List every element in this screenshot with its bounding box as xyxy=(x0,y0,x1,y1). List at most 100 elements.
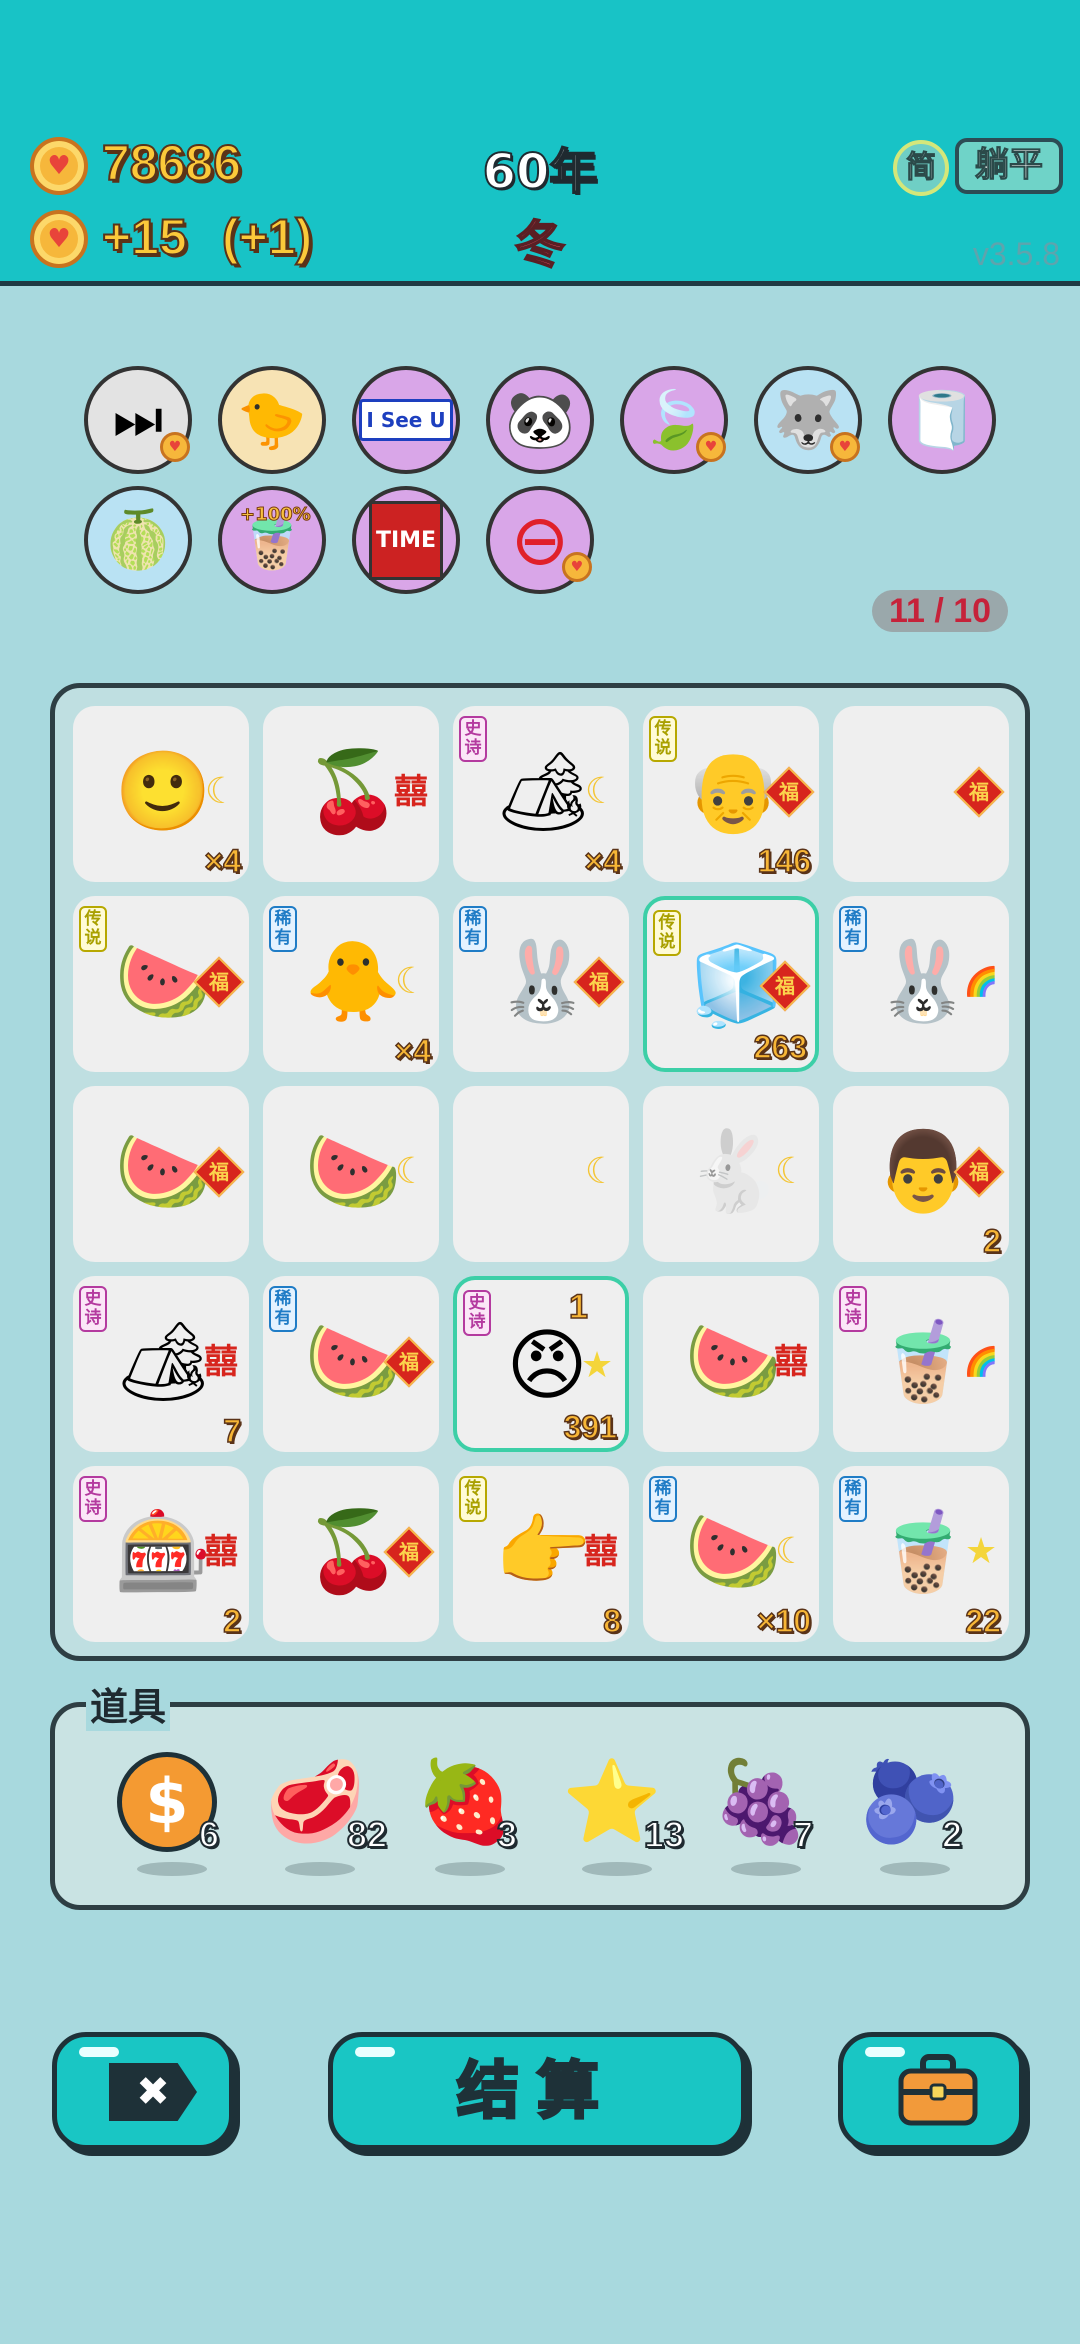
briefcase-icon xyxy=(898,2054,978,2126)
cell-value: 146 xyxy=(757,842,812,880)
cell-value: ×4 xyxy=(204,842,242,880)
coin-badge-icon: ♥ xyxy=(830,432,860,462)
cell-value: ×10 xyxy=(756,1602,812,1640)
income-value: +15 xyxy=(101,208,188,266)
relic-glyph: 🐤 xyxy=(237,388,307,453)
settle-label: 结算 xyxy=(455,2053,617,2129)
season-label: 冬 xyxy=(514,215,566,275)
item-slot[interactable]: 🫐 2 xyxy=(850,1752,980,1882)
item-slot[interactable]: 🍇 7 xyxy=(701,1752,831,1882)
board-cell[interactable]: 🐰 稀有 🌈 xyxy=(833,896,1009,1072)
board-cell[interactable]: 🍉 ☾ xyxy=(263,1086,439,1262)
cell-value: ×4 xyxy=(394,1032,432,1070)
board-cell[interactable]: 🍉 囍 xyxy=(643,1276,819,1452)
settle-button[interactable]: 结算 xyxy=(328,2032,746,2150)
rainbow-modifier-icon: 🌈 xyxy=(963,1345,999,1378)
husky-icon[interactable]: 🐺 ♥ xyxy=(754,366,862,474)
coin-icon xyxy=(30,137,88,195)
slot-board: 🙂 ☾ ×4 🍒 囍 🏕 史诗 ☾ ×4 👴 传说福 146 福 🍉 传说福 🐥 稀有 ☾ ×4 🐰 稀有福 🧊 传说福 26… xyxy=(50,683,1030,1661)
item-slot[interactable]: $6 xyxy=(107,1752,237,1882)
time-magazine-icon[interactable]: TIME xyxy=(352,486,460,594)
board-cell[interactable]: 👨 福 2 xyxy=(833,1086,1009,1262)
leaf-icon[interactable]: 🍃 ♥ xyxy=(620,366,728,474)
board-cell[interactable]: 🍒 福 xyxy=(263,1466,439,1642)
cell-value: 8 xyxy=(602,1602,621,1640)
pomelo-icon[interactable]: 🍈 xyxy=(84,486,192,594)
chick-egg-icon[interactable]: 🐤 xyxy=(218,366,326,474)
item-shadow xyxy=(137,1862,207,1876)
moon-modifier-icon: ☾ xyxy=(584,1151,618,1192)
xi-modifier-icon: 囍 xyxy=(584,1532,618,1572)
board-cell[interactable]: 😠 史诗 ★ 1 391 xyxy=(453,1276,629,1452)
panda-icon[interactable]: 🐼 xyxy=(486,366,594,474)
board-cell[interactable]: 福 xyxy=(833,706,1009,882)
board-cell[interactable]: 🙂 ☾ ×4 xyxy=(73,706,249,882)
moon-modifier-icon: ☾ xyxy=(394,961,428,1002)
rarity-tag: 稀有 xyxy=(269,906,297,952)
simplified-toggle-button[interactable]: 简 xyxy=(893,140,949,196)
rarity-tag: 史诗 xyxy=(459,716,487,762)
relic-glyph: ⏭ xyxy=(112,387,164,452)
moon-modifier-icon: ☾ xyxy=(774,1531,808,1572)
item-slot[interactable]: 🍓 3 xyxy=(405,1752,535,1882)
xi-modifier-icon: 囍 xyxy=(204,1532,238,1572)
exit-button[interactable]: ✖ xyxy=(52,2032,234,2150)
inventory-button[interactable] xyxy=(838,2032,1024,2150)
board-cell[interactable]: ☾ xyxy=(453,1086,629,1262)
item-count: 3 xyxy=(496,1813,518,1856)
relic-glyph: ⊖ xyxy=(510,499,570,581)
relic-counter: 11 / 10 xyxy=(872,590,1008,632)
moon-modifier-icon: ☾ xyxy=(204,771,238,812)
rainbow-modifier-icon: 🌈 xyxy=(963,965,999,998)
board-cell[interactable]: 🧋 稀有 ★ 22 xyxy=(833,1466,1009,1642)
top-status-bar: 78686 +15 (+1) 60年 冬 简 躺平 v3.5.8 xyxy=(0,0,1080,286)
tissue-box-icon[interactable]: 🧻 xyxy=(888,366,996,474)
item-slot[interactable]: 🥩 82 xyxy=(255,1752,388,1882)
board-cell[interactable]: 🧋 史诗 🌈 xyxy=(833,1276,1009,1452)
rarity-tag: 史诗 xyxy=(463,1290,491,1336)
coin-badge-icon: ♥ xyxy=(696,432,726,462)
board-cell[interactable]: 🎰 史诗囍 2 xyxy=(73,1466,249,1642)
item-shadow xyxy=(880,1862,950,1876)
i-see-u-sign-icon[interactable]: I See U xyxy=(352,366,460,474)
board-cell[interactable]: 🧊 传说福 263 xyxy=(643,896,819,1072)
board-cell[interactable]: 🐥 稀有 ☾ ×4 xyxy=(263,896,439,1072)
income-coin-icon xyxy=(30,210,88,268)
item-shadow xyxy=(285,1862,355,1876)
cell-value: 2 xyxy=(222,1602,241,1640)
coin-total: 78686 xyxy=(101,134,242,192)
board-cell[interactable]: 👉 传说囍 8 xyxy=(453,1466,629,1642)
board-cell[interactable]: 🍉 传说福 xyxy=(73,896,249,1072)
board-cell[interactable]: 🍉 稀有福 xyxy=(263,1276,439,1452)
cell-value: 263 xyxy=(753,1028,808,1066)
rarity-tag: 传说 xyxy=(459,1476,487,1522)
boba-cup-plus-100-icon[interactable]: 🧋 +100% xyxy=(218,486,326,594)
board-cell[interactable]: 🐰 稀有福 xyxy=(453,896,629,1072)
board-cell[interactable]: 🏕 史诗囍 7 xyxy=(73,1276,249,1452)
relic-glyph: 🐼 xyxy=(505,388,575,453)
button-highlight xyxy=(79,2047,119,2057)
item-slot[interactable]: ⭐ 13 xyxy=(552,1752,685,1882)
board-cell[interactable]: 🏕 史诗 ☾ ×4 xyxy=(453,706,629,882)
income-bonus: (+1) xyxy=(221,208,313,266)
item-count: 7 xyxy=(792,1813,814,1856)
board-cell[interactable]: 🍒 囍 xyxy=(263,706,439,882)
coin-badge-icon: ♥ xyxy=(160,432,190,462)
board-cell[interactable]: 👴 传说福 146 xyxy=(643,706,819,882)
board-cell[interactable]: 🍉 稀有 ☾ ×10 xyxy=(643,1466,819,1642)
rarity-tag: 史诗 xyxy=(79,1476,107,1522)
skip-icon[interactable]: ⏭ ♥ xyxy=(84,366,192,474)
cell-value: 391 xyxy=(563,1408,618,1446)
rarity-tag: 传说 xyxy=(649,716,677,762)
lie-flat-button[interactable]: 躺平 xyxy=(955,138,1063,194)
relic-glyph: 🧻 xyxy=(907,388,977,453)
relic-bonus-label: +100% xyxy=(240,504,312,526)
item-count: 13 xyxy=(643,1813,685,1856)
board-cell[interactable]: 🍉 福 xyxy=(73,1086,249,1262)
board-cell[interactable]: 🐇 ☾ xyxy=(643,1086,819,1262)
minus-circle-icon[interactable]: ⊖ ♥ xyxy=(486,486,594,594)
xi-modifier-icon: 囍 xyxy=(394,772,428,812)
relic-glyph: 🍈 xyxy=(103,508,173,573)
item-count: 6 xyxy=(198,1813,220,1856)
items-label: 道具 xyxy=(86,1676,171,1731)
